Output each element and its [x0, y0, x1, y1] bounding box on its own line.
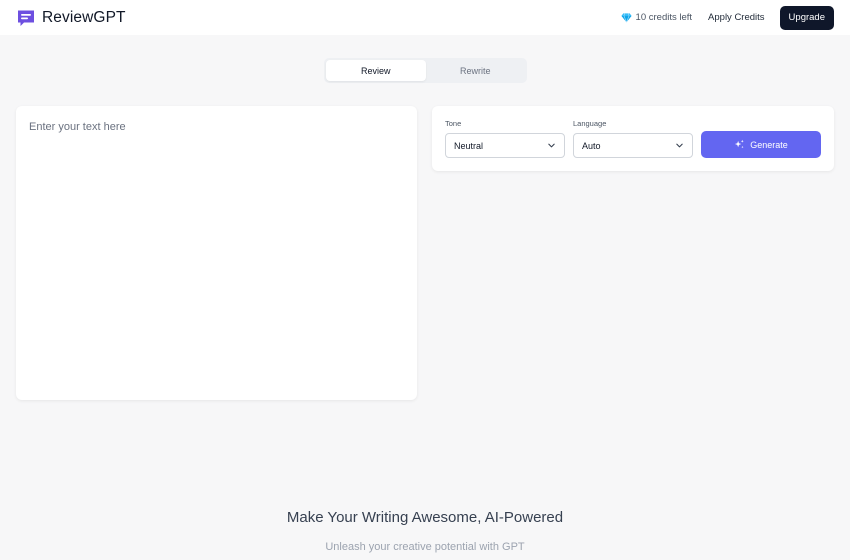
- gem-icon: [621, 12, 632, 23]
- sparkle-icon: [734, 139, 745, 150]
- header-actions: 10 credits left Apply Credits Upgrade: [621, 5, 834, 30]
- options-card: Tone Neutral Language Auto Generate: [432, 106, 834, 171]
- credits-text: 10 credits left: [635, 12, 693, 23]
- mode-tabs: Review Rewrite: [324, 58, 527, 83]
- tone-label: Tone: [445, 119, 462, 128]
- generate-button[interactable]: Generate: [701, 131, 821, 158]
- text-input-card: [16, 106, 417, 400]
- credits-indicator: 10 credits left: [621, 12, 693, 23]
- language-select[interactable]: Auto: [573, 133, 693, 158]
- generate-label: Generate: [750, 139, 788, 150]
- app-name: ReviewGPT: [42, 8, 126, 26]
- language-value: Auto: [582, 140, 601, 151]
- apply-credits-link[interactable]: Apply Credits: [708, 12, 765, 23]
- text-input[interactable]: [16, 106, 417, 400]
- chevron-down-icon: [675, 141, 684, 150]
- hero-subtitle: Unleash your creative potential with GPT: [325, 541, 525, 553]
- brand[interactable]: ReviewGPT: [16, 8, 126, 28]
- chevron-down-icon: [547, 141, 556, 150]
- language-label: Language: [573, 119, 607, 128]
- tab-rewrite[interactable]: Rewrite: [426, 60, 526, 81]
- tone-select[interactable]: Neutral: [445, 133, 565, 158]
- tab-review[interactable]: Review: [326, 60, 426, 81]
- upgrade-button[interactable]: Upgrade: [779, 5, 834, 30]
- hero-title: Make Your Writing Awesome, AI-Powered: [286, 509, 564, 526]
- tone-value: Neutral: [454, 140, 484, 151]
- chat-bubble-icon: [16, 8, 36, 28]
- top-bar: ReviewGPT 10 credits left Apply Credits …: [0, 0, 850, 35]
